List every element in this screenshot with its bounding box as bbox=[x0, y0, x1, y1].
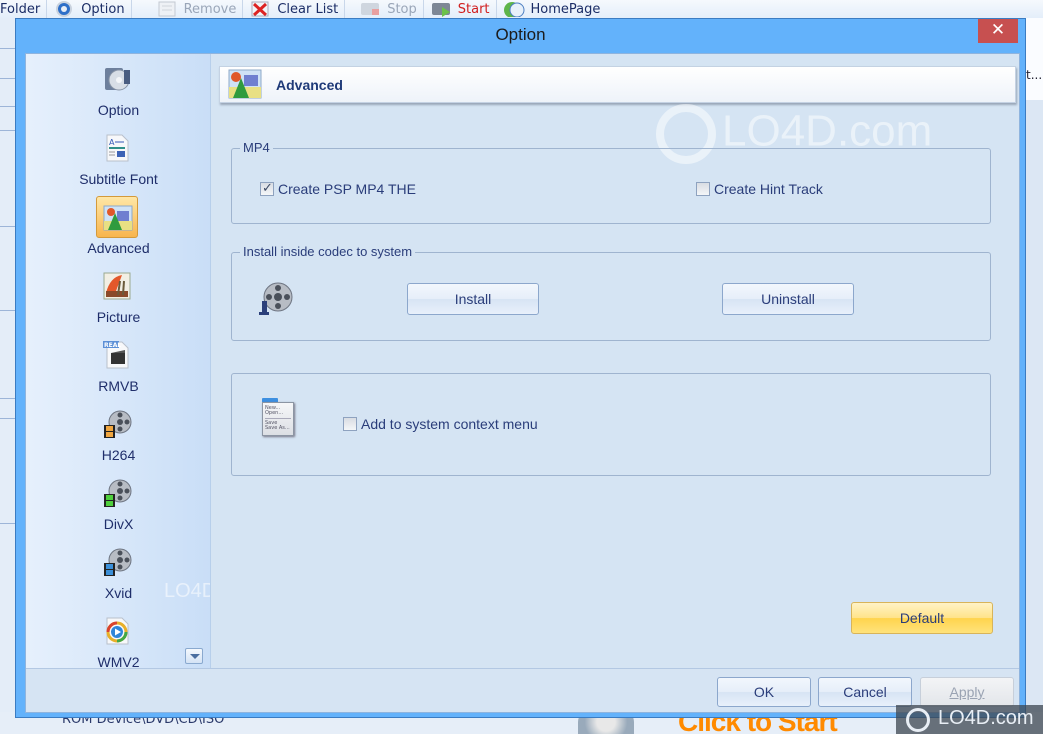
watermark-small: LO4D.com bbox=[164, 580, 210, 602]
default-button[interactable]: Default bbox=[851, 602, 993, 634]
category-sidebar: Option A Subtitle Font Advanced Picture bbox=[26, 54, 211, 668]
checkbox-checked-icon bbox=[260, 180, 274, 196]
uninstall-button-label: Uninstall bbox=[761, 291, 815, 307]
gear-icon bbox=[53, 1, 75, 17]
checkbox-unchecked-icon bbox=[343, 417, 357, 431]
toolbar-start-label: Start bbox=[457, 1, 490, 17]
toolbar-folder-label: Folder bbox=[0, 1, 41, 17]
create-hint-track-checkbox[interactable]: Create Hint Track bbox=[696, 181, 823, 197]
toolbar-start-button[interactable]: Start bbox=[424, 0, 497, 18]
sidebar-item-label: Advanced bbox=[87, 240, 150, 256]
toolbar-stop-button[interactable]: Stop bbox=[353, 0, 424, 18]
dialog-titlebar[interactable]: Option ✕ bbox=[16, 19, 1025, 53]
codec-install-group: Install inside codec to system Install U… bbox=[231, 244, 991, 341]
picture-icon bbox=[96, 265, 138, 307]
create-hint-track-label: Create Hint Track bbox=[714, 181, 823, 197]
default-button-label: Default bbox=[899, 610, 945, 626]
ok-button-label: OK bbox=[753, 684, 775, 700]
advanced-icon bbox=[228, 69, 262, 99]
divx-film-icon bbox=[96, 472, 138, 514]
menu-preview-line: Open... bbox=[265, 410, 284, 416]
apply-button[interactable]: Apply bbox=[920, 677, 1014, 707]
mp4-group: MP4 Create PSP MP4 THE Create Hint Track bbox=[231, 140, 991, 224]
checkbox-unchecked-icon bbox=[696, 182, 710, 196]
h264-film-icon bbox=[96, 403, 138, 445]
start-icon bbox=[430, 1, 452, 17]
watermark-logo-icon bbox=[906, 708, 930, 732]
document-icon bbox=[156, 1, 178, 17]
codec-film-reel-icon bbox=[259, 282, 293, 315]
dialog-client-area: Option A Subtitle Font Advanced Picture bbox=[25, 53, 1020, 713]
watermark-text: LO4D.com bbox=[938, 707, 1034, 729]
add-to-context-menu-label: Add to system context menu bbox=[361, 416, 538, 432]
sidebar-item-divx[interactable]: DivX bbox=[26, 468, 210, 536]
sidebar-item-wmv2[interactable]: WMV2 bbox=[26, 606, 210, 668]
option-icon bbox=[96, 58, 138, 100]
add-to-context-menu-checkbox[interactable]: Add to system context menu bbox=[343, 416, 538, 432]
cancel-button-label: Cancel bbox=[843, 684, 887, 700]
sidebar-item-subtitle-font[interactable]: A Subtitle Font bbox=[26, 123, 210, 191]
context-menu-icon: New... Open... Save Save As... bbox=[262, 398, 294, 436]
uninstall-button[interactable]: Uninstall bbox=[722, 283, 854, 315]
clear-list-icon bbox=[249, 1, 271, 17]
globe-icon bbox=[503, 1, 525, 18]
background-toolbar: Folder Option Remove Clear List Stop Sta… bbox=[0, 0, 1043, 18]
sidebar-scroll-down-button[interactable] bbox=[185, 648, 203, 664]
rmvb-icon: REAL bbox=[96, 334, 138, 376]
mp4-group-legend: MP4 bbox=[240, 140, 273, 155]
install-button[interactable]: Install bbox=[407, 283, 539, 315]
close-button[interactable]: ✕ bbox=[978, 19, 1018, 43]
toolbar-remove-label: Remove bbox=[183, 1, 237, 17]
dialog-footer: OK Cancel Apply bbox=[26, 668, 1019, 712]
dialog-title: Option bbox=[495, 25, 546, 44]
create-psp-mp4-label: Create PSP MP4 THE bbox=[278, 181, 416, 197]
toolbar-clear-list-label: Clear List bbox=[277, 1, 339, 17]
svg-text:A: A bbox=[109, 138, 115, 147]
watermark-corner: LO4D.com bbox=[896, 705, 1043, 734]
sidebar-item-label: WMV2 bbox=[97, 654, 140, 668]
truncated-text: t... bbox=[1026, 68, 1043, 82]
install-button-label: Install bbox=[454, 291, 492, 307]
context-menu-group: New... Open... Save Save As... Add to sy… bbox=[231, 373, 991, 476]
close-icon: ✕ bbox=[990, 20, 1006, 40]
svg-text:REAL: REAL bbox=[104, 342, 121, 349]
toolbar-option-label: Option bbox=[81, 1, 125, 17]
sidebar-item-h264[interactable]: H264 bbox=[26, 399, 210, 467]
toolbar-homepage-label: HomePage bbox=[530, 1, 601, 17]
subtitle-font-icon: A bbox=[96, 127, 138, 169]
ok-button[interactable]: OK bbox=[717, 677, 811, 707]
background-app-right-panel: t... bbox=[1026, 18, 1043, 734]
toolbar-stop-label: Stop bbox=[387, 1, 417, 17]
advanced-icon bbox=[96, 196, 138, 238]
codec-group-legend: Install inside codec to system bbox=[240, 244, 416, 259]
toolbar-clear-list-button[interactable]: Clear List bbox=[243, 0, 346, 18]
toolbar-option-button[interactable]: Option bbox=[47, 0, 132, 18]
sidebar-item-option[interactable]: Option bbox=[26, 54, 210, 122]
option-dialog: Option ✕ Option A Subtitle Font Advanced… bbox=[15, 18, 1026, 718]
background-app-left-panel bbox=[0, 18, 16, 718]
toolbar-remove-button[interactable]: Remove bbox=[150, 0, 244, 18]
sidebar-item-advanced[interactable]: Advanced bbox=[26, 192, 210, 260]
wmv2-icon bbox=[96, 610, 138, 652]
menu-preview-line: Save As... bbox=[265, 425, 290, 431]
section-header: Advanced bbox=[219, 66, 1016, 103]
toolbar-folder-button[interactable]: Folder bbox=[0, 0, 48, 18]
cancel-button[interactable]: Cancel bbox=[818, 677, 912, 707]
sidebar-item-label: Picture bbox=[96, 309, 141, 325]
create-psp-mp4-checkbox[interactable]: Create PSP MP4 THE bbox=[260, 180, 416, 197]
apply-button-label: Apply bbox=[949, 684, 985, 700]
stop-icon bbox=[359, 1, 381, 17]
xvid-film-icon bbox=[96, 541, 138, 583]
sidebar-item-label: DivX bbox=[103, 516, 134, 532]
sidebar-item-label: RMVB bbox=[98, 378, 139, 394]
sidebar-item-rmvb[interactable]: REAL RMVB bbox=[26, 330, 210, 398]
sidebar-item-label: Subtitle Font bbox=[79, 171, 158, 187]
sidebar-item-label: H264 bbox=[101, 447, 136, 463]
section-title: Advanced bbox=[276, 77, 343, 93]
sidebar-item-picture[interactable]: Picture bbox=[26, 261, 210, 329]
sidebar-item-label: Option bbox=[97, 102, 140, 118]
toolbar-homepage-button[interactable]: HomePage bbox=[497, 0, 607, 18]
